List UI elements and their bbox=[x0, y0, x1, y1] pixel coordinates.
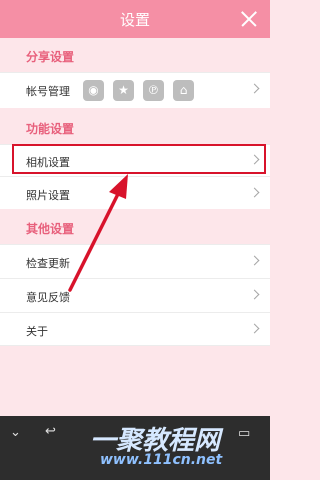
section-share: 分享设置 bbox=[0, 38, 270, 72]
section-title-share: 分享设置 bbox=[26, 50, 75, 64]
section-title-other: 其他设置 bbox=[26, 222, 75, 236]
section-title-function: 功能设置 bbox=[26, 122, 75, 136]
star-icon[interactable]: ★ bbox=[113, 80, 134, 101]
photo-settings-row[interactable]: 照片设置 bbox=[0, 176, 270, 209]
recent-apps-icon[interactable]: ▭ bbox=[238, 426, 250, 441]
chevron-right-icon bbox=[249, 255, 260, 266]
row-label-feedback: 意见反馈 bbox=[26, 291, 70, 304]
feedback-row[interactable]: 意见反馈 bbox=[0, 278, 270, 312]
section-function: 功能设置 bbox=[0, 110, 270, 144]
weibo-icon[interactable]: ◉ bbox=[83, 80, 104, 101]
section-other: 其他设置 bbox=[0, 210, 270, 244]
check-update-row[interactable]: 检查更新 bbox=[0, 244, 270, 278]
about-row[interactable]: 关于 bbox=[0, 312, 270, 346]
chevron-down-icon[interactable]: ⌄ bbox=[10, 425, 21, 440]
watermark-url: www.111cn.net bbox=[100, 452, 223, 468]
account-management-row[interactable]: 帐号管理 ◉ ★ ℗ ⌂ bbox=[0, 72, 270, 108]
chevron-right-icon bbox=[249, 323, 260, 334]
tencent-icon[interactable]: ℗ bbox=[143, 80, 164, 101]
row-label-about: 关于 bbox=[26, 325, 48, 338]
renren-icon[interactable]: ⌂ bbox=[173, 80, 194, 101]
title-bar: 设置 bbox=[0, 0, 270, 38]
close-icon[interactable] bbox=[236, 6, 262, 32]
row-label-photo: 照片设置 bbox=[26, 189, 70, 202]
back-icon[interactable]: ↩ bbox=[45, 424, 56, 439]
highlight-box bbox=[12, 144, 266, 174]
chevron-right-icon bbox=[249, 83, 260, 94]
chevron-right-icon bbox=[249, 289, 260, 300]
page-title: 设置 bbox=[119, 11, 150, 29]
row-label-check-update: 检查更新 bbox=[26, 257, 70, 270]
chevron-right-icon bbox=[249, 187, 260, 198]
row-label-account: 帐号管理 bbox=[26, 85, 70, 98]
